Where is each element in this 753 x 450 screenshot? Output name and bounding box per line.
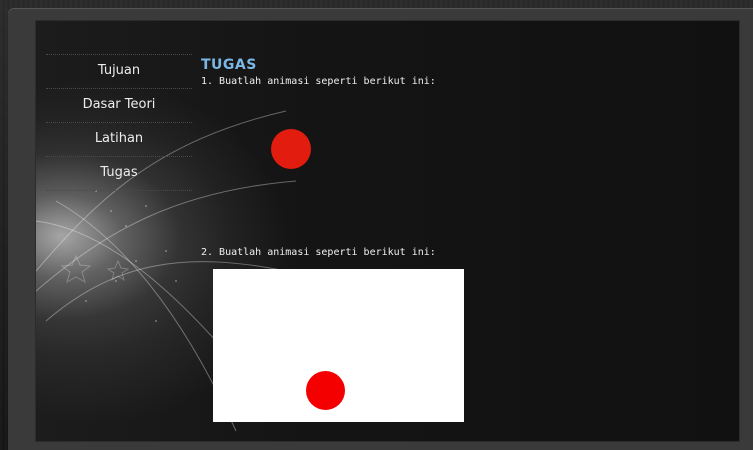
red-ball-1 [271, 129, 311, 169]
nav-item-latihan[interactable]: Latihan [46, 122, 192, 156]
task-2-instruction: 2. Buatlah animasi seperti berikut ini: [201, 247, 436, 258]
nav-item-tugas[interactable]: Tugas [46, 156, 192, 191]
main-content: TUGAS 1. Buatlah animasi seperti berikut… [201, 57, 721, 422]
task-1-instruction: 1. Buatlah animasi seperti berikut ini: [201, 76, 436, 87]
stage-panel: Tujuan Dasar Teori Latihan Tugas TUGAS 1… [35, 20, 740, 442]
nav-item-tujuan[interactable]: Tujuan [46, 54, 192, 88]
sidebar-nav: Tujuan Dasar Teori Latihan Tugas [46, 54, 192, 191]
red-ball-2 [306, 371, 345, 410]
task-1-animation [271, 129, 311, 169]
page: Tujuan Dasar Teori Latihan Tugas TUGAS 1… [0, 0, 753, 450]
task-2-animation-canvas [213, 269, 464, 422]
nav-item-dasar-teori[interactable]: Dasar Teori [46, 88, 192, 122]
page-title: TUGAS [201, 57, 257, 73]
